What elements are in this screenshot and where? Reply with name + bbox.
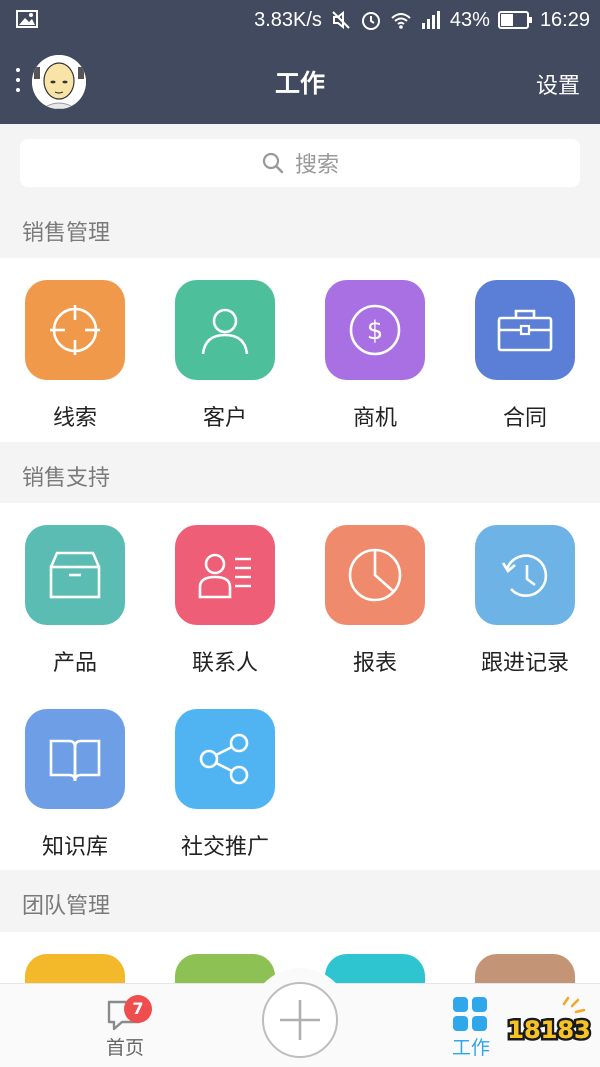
avatar-bald-hero-icon bbox=[32, 55, 86, 109]
avatar[interactable] bbox=[32, 55, 86, 109]
tile-label: 报表 bbox=[352, 651, 397, 676]
clock: 16:29 bbox=[539, 8, 590, 31]
battery-icon bbox=[497, 11, 532, 29]
tile-label: 客户 bbox=[202, 406, 247, 431]
tile-opportunities[interactable]: $ 商机 bbox=[300, 280, 450, 432]
section-label-team-management: 团队管理 bbox=[22, 894, 111, 919]
section-label-sales-management: 销售管理 bbox=[22, 221, 111, 246]
history-clock-icon bbox=[475, 525, 575, 625]
image-notification-icon bbox=[16, 10, 38, 28]
tab-home-label: 首页 bbox=[105, 1037, 144, 1059]
tile-label: 跟进记录 bbox=[480, 651, 569, 676]
svg-text:18183: 18183 bbox=[507, 1016, 591, 1044]
tile-follow-up[interactable]: 跟进记录 bbox=[450, 525, 600, 677]
tile-social-promotion[interactable]: 社交推广 bbox=[150, 709, 300, 861]
watermark-logo: 18183 18183 bbox=[506, 996, 592, 1047]
tile-products[interactable]: 产品 bbox=[0, 525, 150, 677]
tile-label: 商机 bbox=[352, 406, 397, 431]
tile-leads[interactable]: 线索 bbox=[0, 280, 150, 432]
wifi-icon bbox=[391, 13, 411, 29]
app-header: 工作 设置 bbox=[0, 40, 600, 124]
sales-support-panel: 产品 联系人 报表 跟进记录 知识库 社交推广 bbox=[0, 503, 600, 870]
book-icon bbox=[25, 709, 125, 809]
menu-dots-icon[interactable] bbox=[14, 68, 22, 98]
tile-label: 知识库 bbox=[41, 835, 108, 860]
settings-button[interactable]: 设置 bbox=[536, 68, 580, 100]
home-notification-badge: 7 bbox=[124, 995, 152, 1023]
crosshair-icon bbox=[25, 280, 125, 380]
tile-customers[interactable]: 客户 bbox=[150, 280, 300, 432]
network-speed: 3.83K/s bbox=[254, 8, 322, 31]
signal-icon bbox=[421, 11, 440, 29]
tile-label: 线索 bbox=[52, 406, 97, 431]
svg-text:$: $ bbox=[367, 316, 384, 346]
crm-work-screen: 3.83K/s 43% 16:29 工作 设置 搜索 销售管理 线索 客户 $ … bbox=[0, 0, 600, 1067]
status-bar: 3.83K/s 43% 16:29 bbox=[0, 0, 600, 40]
grid-icon bbox=[453, 997, 487, 1031]
add-button[interactable] bbox=[262, 982, 338, 1058]
person-icon bbox=[175, 280, 275, 380]
tile-contracts[interactable]: 合同 bbox=[450, 280, 600, 432]
alarm-icon bbox=[361, 12, 380, 30]
battery-percent: 43% bbox=[449, 8, 490, 31]
section-label-sales-support: 销售支持 bbox=[22, 466, 111, 491]
page-title: 工作 bbox=[274, 69, 325, 98]
pie-chart-icon bbox=[325, 525, 425, 625]
tile-label: 联系人 bbox=[191, 651, 258, 676]
tile-knowledge-base[interactable]: 知识库 bbox=[0, 709, 150, 861]
tile-label: 社交推广 bbox=[180, 835, 269, 860]
tile-reports[interactable]: 报表 bbox=[300, 525, 450, 677]
plus-icon bbox=[280, 1000, 320, 1040]
box-icon bbox=[25, 525, 125, 625]
contact-card-icon bbox=[175, 525, 275, 625]
tile-contacts[interactable]: 联系人 bbox=[150, 525, 300, 677]
sales-management-panel: 线索 客户 $ 商机 合同 bbox=[0, 258, 600, 442]
dollar-coin-icon: $ bbox=[325, 280, 425, 380]
search-placeholder: 搜索 bbox=[294, 153, 339, 178]
mute-icon bbox=[332, 10, 350, 30]
tab-home[interactable]: 首页 bbox=[60, 984, 190, 1067]
tile-label: 产品 bbox=[52, 651, 97, 676]
search-input[interactable]: 搜索 bbox=[20, 139, 580, 187]
share-icon bbox=[175, 709, 275, 809]
tile-label: 合同 bbox=[502, 406, 547, 431]
briefcase-icon bbox=[475, 280, 575, 380]
search-icon bbox=[262, 152, 284, 174]
